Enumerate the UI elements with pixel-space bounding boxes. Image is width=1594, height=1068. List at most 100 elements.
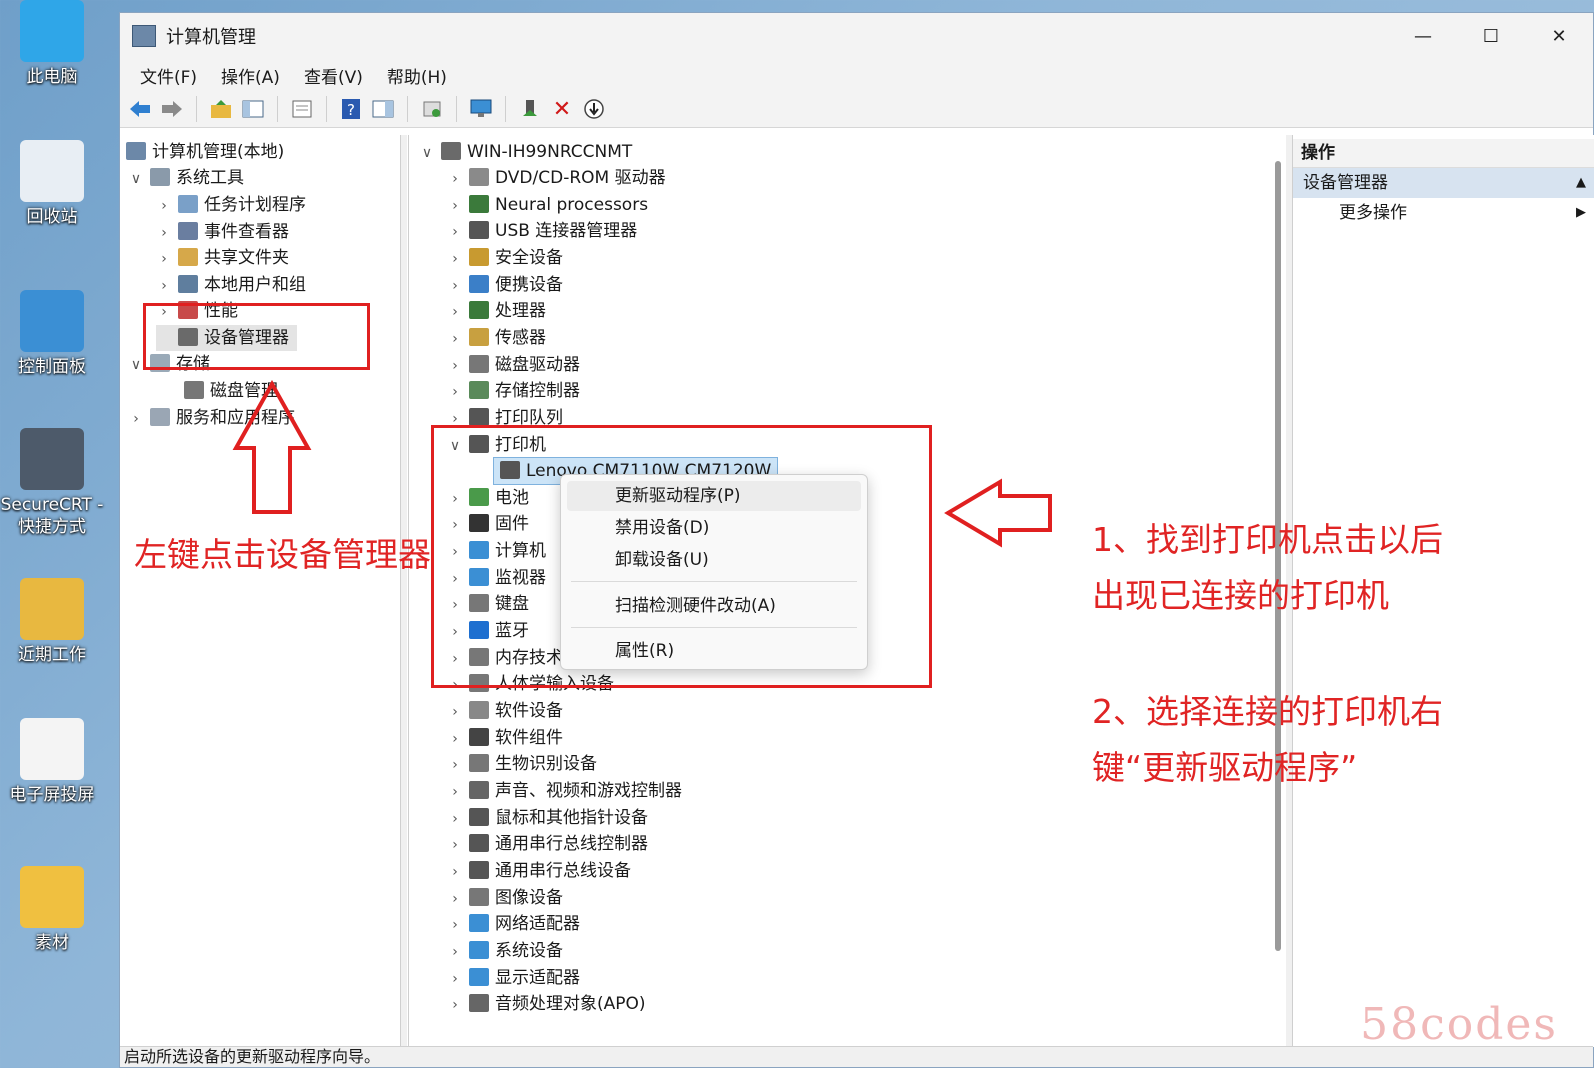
desktop-icon[interactable]: 控制面板 <box>0 290 104 378</box>
desktop-icon[interactable]: 回收站 <box>0 140 104 228</box>
chevron-right-icon[interactable]: › <box>447 966 463 992</box>
chevron-right-icon[interactable]: › <box>128 406 144 432</box>
chevron-right-icon[interactable]: › <box>156 220 172 246</box>
update-driver-icon[interactable] <box>580 95 608 123</box>
device-category[interactable]: › 处理器 <box>447 298 546 324</box>
toolbar-separator <box>326 96 327 122</box>
desktop-icon[interactable]: 近期工作 <box>0 578 104 666</box>
actions-more[interactable]: 更多操作 ▶ <box>1293 198 1594 228</box>
device-category[interactable]: › 安全设备 <box>447 245 563 271</box>
chevron-down-icon[interactable]: ∨ <box>128 166 144 192</box>
device-category[interactable]: › 软件设备 <box>447 698 563 724</box>
uninstall-icon[interactable]: ✕ <box>548 95 576 123</box>
device-category[interactable]: › 通用串行总线设备 <box>447 858 631 884</box>
menu-action[interactable]: 操作(A) <box>209 63 292 88</box>
menu-file[interactable]: 文件(F) <box>128 63 209 88</box>
chevron-right-icon[interactable]: › <box>447 806 463 832</box>
device-category[interactable]: › 系统设备 <box>447 938 563 964</box>
chevron-right-icon[interactable]: › <box>447 939 463 965</box>
submenu-arrow-icon: ▶ <box>1576 205 1586 220</box>
chevron-right-icon[interactable]: › <box>447 219 463 245</box>
desktop-icon[interactable]: 此电脑 <box>0 0 104 88</box>
chevron-right-icon[interactable]: › <box>447 353 463 379</box>
desktop-icon[interactable]: SecureCRT - 快捷方式 <box>0 428 104 538</box>
device-category[interactable]: › 显示适配器 <box>447 965 580 991</box>
chevron-down-icon[interactable]: ∨ <box>128 352 144 378</box>
show-pane-icon[interactable] <box>369 95 397 123</box>
device-category[interactable]: › 通用串行总线控制器 <box>447 831 648 857</box>
chevron-right-icon[interactable]: › <box>447 193 463 219</box>
chevron-right-icon[interactable]: › <box>447 886 463 912</box>
chevron-right-icon[interactable]: › <box>447 246 463 272</box>
toolbar-separator <box>277 96 278 122</box>
device-category[interactable]: › 磁盘驱动器 <box>447 352 580 378</box>
chevron-right-icon[interactable]: › <box>156 273 172 299</box>
device-category[interactable]: › 传感器 <box>447 325 546 351</box>
device-category[interactable]: › 网络适配器 <box>447 911 580 937</box>
desktop-icon[interactable]: 电子屏投屏 <box>0 718 104 806</box>
tree-item-label: 任务计划程序 <box>204 195 306 215</box>
desktop-icon[interactable]: 素材 <box>0 866 104 954</box>
up-folder-icon[interactable] <box>207 95 235 123</box>
device-category-icon <box>469 967 489 986</box>
chevron-right-icon[interactable]: › <box>447 699 463 725</box>
device-category-label: 传感器 <box>495 327 546 348</box>
device-category[interactable]: › 图像设备 <box>447 885 563 911</box>
chevron-right-icon[interactable]: › <box>447 832 463 858</box>
tree-root[interactable]: 计算机管理(本地) <box>126 139 284 165</box>
chevron-right-icon[interactable]: › <box>447 299 463 325</box>
help-icon[interactable]: ? <box>337 95 365 123</box>
menu-view[interactable]: 查看(V) <box>292 63 375 88</box>
device-category[interactable]: › 便携设备 <box>447 272 563 298</box>
export-icon[interactable] <box>418 95 446 123</box>
pane-splitter[interactable] <box>401 135 407 1047</box>
scan-hardware-icon[interactable] <box>467 95 495 123</box>
chevron-right-icon[interactable]: › <box>447 779 463 805</box>
close-button[interactable]: ✕ <box>1525 13 1593 59</box>
menu-help[interactable]: 帮助(H) <box>375 63 459 88</box>
chevron-right-icon[interactable]: › <box>447 166 463 192</box>
device-category[interactable]: › DVD/CD-ROM 驱动器 <box>447 165 666 191</box>
device-category[interactable]: › 生物识别设备 <box>447 751 597 777</box>
device-category[interactable]: › Neural processors <box>447 192 648 218</box>
chevron-right-icon[interactable]: › <box>447 992 463 1018</box>
chevron-right-icon[interactable]: › <box>447 379 463 405</box>
device-category-label: 系统设备 <box>495 940 563 961</box>
minimize-button[interactable]: — <box>1389 13 1457 59</box>
back-arrow-icon[interactable] <box>126 95 154 123</box>
device-category-label: 鼠标和其他指针设备 <box>495 807 648 828</box>
chevron-right-icon[interactable]: › <box>447 912 463 938</box>
up-arrow-annotation <box>232 380 312 514</box>
tree-item-clock[interactable]: › 任务计划程序 <box>156 192 306 218</box>
tree-system-tools[interactable]: ∨ 系统工具 <box>128 165 244 191</box>
title-bar[interactable]: 计算机管理 — ☐ ✕ <box>120 13 1593 59</box>
chevron-right-icon[interactable]: › <box>447 859 463 885</box>
tree-item-users[interactable]: › 本地用户和组 <box>156 272 306 298</box>
tree-item-event[interactable]: › 事件查看器 <box>156 219 289 245</box>
tree-item-shared-folder[interactable]: › 共享文件夹 <box>156 245 289 271</box>
show-hide-tree-icon[interactable] <box>239 95 267 123</box>
chevron-right-icon[interactable]: › <box>447 326 463 352</box>
chevron-right-icon[interactable]: › <box>447 726 463 752</box>
device-category[interactable]: › 音频处理对象(APO) <box>447 991 646 1017</box>
device-category[interactable]: › 声音、视频和游戏控制器 <box>447 778 682 804</box>
maximize-button[interactable]: ☐ <box>1457 13 1525 59</box>
left-arrow-annotation <box>944 478 1052 548</box>
device-category[interactable]: › 鼠标和其他指针设备 <box>447 805 648 831</box>
chevron-right-icon[interactable]: › <box>156 246 172 272</box>
toolbar-separator <box>407 96 408 122</box>
properties-icon[interactable] <box>288 95 316 123</box>
chevron-right-icon[interactable]: › <box>156 193 172 219</box>
device-category[interactable]: › USB 连接器管理器 <box>447 218 637 244</box>
device-root[interactable]: ∨ WIN-IH99NRCCNMT <box>419 139 632 165</box>
chevron-down-icon[interactable]: ∨ <box>419 140 435 166</box>
device-category[interactable]: › 存储控制器 <box>447 378 580 404</box>
chevron-right-icon[interactable]: › <box>447 752 463 778</box>
chevron-right-icon[interactable]: › <box>447 273 463 299</box>
device-category-label: 网络适配器 <box>495 914 580 935</box>
add-driver-icon[interactable] <box>516 95 544 123</box>
forward-arrow-icon[interactable] <box>158 95 186 123</box>
collapse-up-icon[interactable]: ▲ <box>1576 168 1586 198</box>
device-category[interactable]: › 软件组件 <box>447 725 563 751</box>
actions-group-device-manager[interactable]: 设备管理器 ▲ <box>1293 168 1594 198</box>
